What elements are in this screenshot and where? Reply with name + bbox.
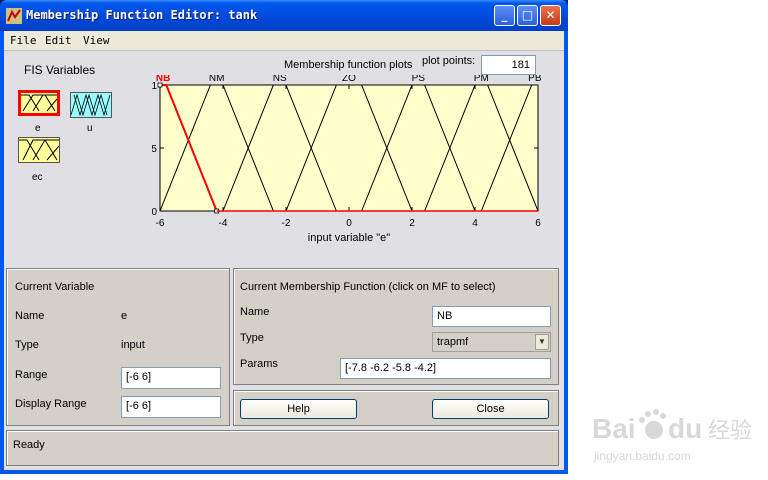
mf-label-pm: PM [474,75,489,84]
mf-thumbnail-icon [21,94,58,112]
current-variable-heading: Current Variable [15,281,95,293]
svg-text:du: du [668,413,702,444]
fis-variable-e[interactable] [18,90,60,116]
window-frame: File Edit View FIS Variables e u ec Memb… [0,31,568,474]
fis-variable-ec-label: ec [32,172,43,183]
plot-points-input[interactable]: 181 [481,55,536,75]
current-variable-panel: Current Variable Name e Type input Range… [6,268,230,426]
fis-variable-e-label: e [35,123,41,134]
minimize-button[interactable]: _ [494,5,515,26]
close-button[interactable]: Close [432,399,549,419]
plot-area [159,84,539,212]
mf-type-value: trapmf [437,336,469,348]
mf-name-label: Name [240,306,270,318]
range-label: Range [15,369,48,381]
variable-type-value: input [121,339,145,351]
mf-label-ns: NS [273,75,287,84]
mf-label-nm: NM [209,75,225,84]
x-tick-label: 2 [409,218,415,229]
mf-label-ps: PS [412,75,426,84]
svg-text:Bai: Bai [592,413,636,444]
baidu-logo-icon: Bai du 经验 jingyan.baidu.com [592,409,752,463]
menu-view[interactable]: View [83,34,110,47]
fis-variable-u-label: u [87,123,93,134]
fis-variable-ec[interactable] [18,137,60,163]
display-range-input[interactable]: [-6 6] [121,396,221,418]
x-tick-label: 6 [535,218,541,229]
menu-bar: File Edit View [4,31,564,51]
svg-text:经验: 经验 [708,419,752,444]
mf-name-input[interactable]: NB [432,306,551,327]
x-tick-label: 0 [346,218,352,229]
status-panel: Ready [6,430,559,466]
mf-label-pb: PB [528,75,542,84]
x-tick-label: -4 [219,218,228,229]
mf-params-input[interactable]: [-7.8 -6.2 -5.8 -4.2] [340,358,551,379]
y-tick-label: 0.5 [152,144,157,155]
plot-title: Membership function plots [284,59,413,71]
status-text: Ready [13,439,45,451]
mf-thumbnail-icon [19,139,60,161]
title-bar[interactable]: Membership Function Editor: tank _ □ ✕ [0,0,568,31]
baidu-watermark: Bai du 经验 jingyan.baidu.com [588,400,758,470]
y-tick-label: 0 [152,207,157,218]
mf-label-zo: ZO [342,75,356,84]
plot-points-label: plot points: [422,55,476,67]
window-title: Membership Function Editor: tank [26,8,258,22]
mf-thumbnail-icon [70,93,111,117]
menu-edit[interactable]: Edit [45,34,72,47]
mf-type-select[interactable]: trapmf ▼ [432,332,551,352]
current-mf-panel: Current Membership Function (click on MF… [233,268,559,385]
variable-name-value: e [121,310,128,322]
client-area: File Edit View FIS Variables e u ec Memb… [4,31,564,470]
fis-variable-u[interactable] [70,92,112,118]
mf-params-label: Params [240,358,278,370]
mf-vertex-handle [157,82,163,88]
svg-text:jingyan.baidu.com: jingyan.baidu.com [593,449,691,463]
mf-type-label: Type [240,332,264,344]
membership-editor-window: Membership Function Editor: tank _ □ ✕ F… [0,0,568,474]
variable-type-label: Type [15,339,39,351]
chevron-down-icon[interactable]: ▼ [535,334,549,350]
variable-name-label: Name [15,310,45,322]
membership-function-plot[interactable]: -6-4-2024600.51input variable "e"NMNSZOP… [152,75,552,267]
display-range-label: Display Range [15,398,87,410]
maximize-button[interactable]: □ [517,5,538,26]
menu-file[interactable]: File [10,34,37,47]
x-tick-label: -6 [156,218,165,229]
x-axis-label: input variable "e" [308,232,391,244]
help-button[interactable]: Help [240,399,357,419]
fis-variables-label: FIS Variables [24,63,96,77]
range-input[interactable]: [-6 6] [121,367,221,389]
current-mf-heading: Current Membership Function (click on MF… [240,281,496,293]
x-tick-label: 4 [472,218,478,229]
buttons-panel: Help Close [233,390,559,426]
x-tick-label: -2 [282,218,291,229]
matlab-icon [6,8,22,24]
close-window-button[interactable]: ✕ [540,5,561,26]
